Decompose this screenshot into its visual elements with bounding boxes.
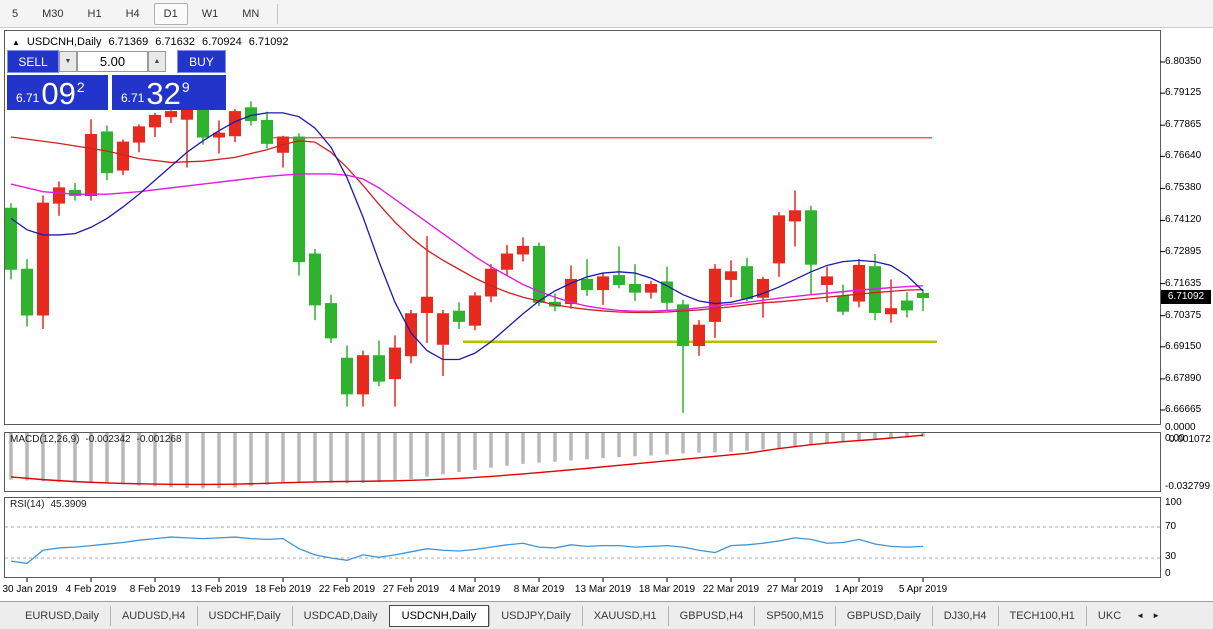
price-axis-label: 6.76640 [1165, 150, 1201, 161]
price-axis-label: 6.72895 [1165, 246, 1201, 257]
tab-gbpusd-daily[interactable]: GBPUSD,Daily [835, 606, 932, 626]
price-axis-label: 6.80350 [1165, 56, 1201, 67]
date-axis-label: 13 Mar 2019 [575, 584, 631, 595]
collapse-triangle-icon[interactable]: ▲ [12, 38, 20, 47]
timeframe-button-h1[interactable]: H1 [78, 3, 112, 25]
date-axis-label: 18 Mar 2019 [639, 584, 695, 595]
buy-button[interactable]: BUY [177, 50, 226, 73]
tab-usdjpy-daily[interactable]: USDJPY,Daily [489, 606, 582, 626]
date-axis-label: 4 Mar 2019 [450, 584, 501, 595]
ohlc-close: 6.71092 [249, 36, 289, 48]
date-axis-label: 13 Feb 2019 [191, 584, 247, 595]
timeframe-button-d1[interactable]: D1 [154, 3, 188, 25]
price-axis-label: 6.79125 [1165, 87, 1201, 98]
date-axis-label: 27 Feb 2019 [383, 584, 439, 595]
timeframe-button-m30[interactable]: M30 [32, 3, 73, 25]
sell-price-prefix: 6.71 [16, 91, 39, 105]
symbol-title: USDCNH,Daily [27, 36, 102, 48]
macd-name: MACD(12,26,9) [10, 434, 79, 445]
volume-decrease-button[interactable]: ▼ [59, 51, 77, 72]
macd-header: MACD(12,26,9) -0.002342 -0.001268 [10, 434, 182, 445]
tab-xauusd-h1[interactable]: XAUUSD,H1 [582, 606, 668, 626]
price-axis-label: 6.74120 [1165, 214, 1201, 225]
buy-price-display[interactable]: 6.71 32 9 [112, 75, 226, 110]
chart-region: ▲ USDCNH,Daily 6.71369 6.71632 6.70924 6… [0, 0, 1213, 601]
tab-dj30-h4[interactable]: DJ30,H4 [932, 606, 998, 626]
date-axis-label: 22 Mar 2019 [703, 584, 759, 595]
ohlc-low: 6.70924 [202, 36, 242, 48]
date-axis-label: 18 Feb 2019 [255, 584, 311, 595]
date-axis-label: 30 Jan 2019 [2, 584, 57, 595]
tab-eurusd-daily[interactable]: EURUSD,Daily [14, 606, 110, 626]
tab-sp500-m15[interactable]: SP500,M15 [754, 606, 834, 626]
price-axis-label: 6.67890 [1165, 373, 1201, 384]
tab-scroll-right-icon[interactable]: ► [1148, 611, 1164, 620]
date-axis-label: 27 Mar 2019 [767, 584, 823, 595]
trading-platform-window: ▲ USDCNH,Daily 6.71369 6.71632 6.70924 6… [0, 0, 1213, 629]
timeframe-button-5[interactable]: 5 [2, 3, 28, 25]
toolbar-separator [277, 4, 278, 24]
date-axis-label: 4 Feb 2019 [66, 584, 117, 595]
volume-increase-button[interactable]: ▲ [148, 51, 166, 72]
buy-price-pip-digit: 9 [182, 79, 190, 95]
ohlc-open: 6.71369 [108, 36, 148, 48]
timeframe-toolbar: 5M30H1H4D1W1MN [0, 0, 1213, 28]
macd-value-signal: -0.001268 [137, 434, 182, 445]
tab-usdcnh-daily[interactable]: USDCNH,Daily [389, 605, 490, 627]
date-axis-label: 1 Apr 2019 [835, 584, 883, 595]
symbol-header: ▲ USDCNH,Daily 6.71369 6.71632 6.70924 6… [12, 36, 289, 48]
sell-price-display[interactable]: 6.71 09 2 [7, 75, 108, 110]
tab-ukc[interactable]: UKC [1086, 606, 1132, 626]
rsi-axis-0: 0 [1165, 568, 1171, 579]
tab-audusd-h4[interactable]: AUDUSD,H4 [110, 606, 197, 626]
macd-axis-overlap-b: 0.001072 [1169, 434, 1211, 445]
tab-tech100-h1[interactable]: TECH100,H1 [998, 606, 1086, 626]
timeframe-button-mn[interactable]: MN [232, 3, 269, 25]
ohlc-high: 6.71632 [155, 36, 195, 48]
macd-axis-zero: 0.0000 [1165, 422, 1196, 433]
one-click-trade-panel: SELL ▼ 5.00 ▲ BUY 6.71 09 2 6.71 32 9 [7, 50, 226, 110]
price-axis-label: 6.77865 [1165, 119, 1201, 130]
macd-value-main: -0.002342 [85, 434, 130, 445]
rsi-name: RSI(14) [10, 499, 44, 510]
sell-button[interactable]: SELL [7, 50, 59, 73]
buy-price-prefix: 6.71 [121, 91, 144, 105]
sell-price-big-digits: 09 [41, 77, 75, 110]
current-price-tag: 6.71092 [1161, 290, 1211, 304]
tab-usdchf-daily[interactable]: USDCHF,Daily [197, 606, 292, 626]
macd-axis-min: -0.032799 [1165, 481, 1210, 492]
rsi-axis-70: 70 [1165, 521, 1176, 532]
price-axis-label: 6.71635 [1165, 278, 1201, 289]
buy-price-big-digits: 32 [146, 77, 180, 110]
date-axis-label: 8 Mar 2019 [514, 584, 565, 595]
volume-input[interactable]: 5.00 [77, 51, 148, 72]
rsi-value: 45.3909 [50, 499, 86, 510]
timeframe-button-h4[interactable]: H4 [116, 3, 150, 25]
sell-price-pip-digit: 2 [77, 79, 85, 95]
price-axis-label: 6.70375 [1165, 310, 1201, 321]
rsi-axis-100: 100 [1165, 497, 1182, 508]
tab-usdcad-daily[interactable]: USDCAD,Daily [292, 606, 389, 626]
tab-gbpusd-h4[interactable]: GBPUSD,H4 [668, 606, 755, 626]
tab-scroll-left-icon[interactable]: ◄ [1132, 611, 1148, 620]
date-axis-label: 5 Apr 2019 [899, 584, 947, 595]
price-axis-label: 6.66665 [1165, 404, 1201, 415]
date-axis-label: 8 Feb 2019 [130, 584, 181, 595]
date-axis-label: 22 Feb 2019 [319, 584, 375, 595]
price-axis-label: 6.69150 [1165, 341, 1201, 352]
chart-tab-bar: EURUSD,DailyAUDUSD,H4USDCHF,DailyUSDCAD,… [0, 601, 1213, 629]
rsi-header: RSI(14) 45.3909 [10, 499, 87, 510]
rsi-axis-30: 30 [1165, 551, 1176, 562]
price-axis-label: 6.75380 [1165, 182, 1201, 193]
timeframe-button-w1[interactable]: W1 [192, 3, 229, 25]
